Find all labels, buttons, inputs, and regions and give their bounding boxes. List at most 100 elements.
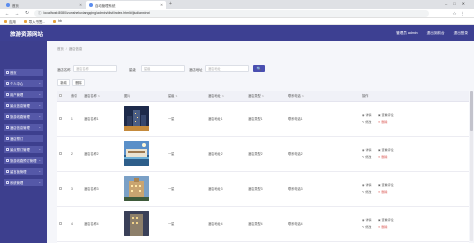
back-icon[interactable]: ← [4,11,10,16]
bookmark-apps[interactable]: 应用 [4,19,16,24]
row-actions: ◉ 详情 ▣ 查看评论 ✎ 修改 ✕ 删除 [362,113,469,124]
close-icon[interactable]: ✕ [160,3,163,7]
hotel-name-label: 酒店名称 [57,67,71,72]
column-header[interactable]: 酒店地址⇅ [206,91,246,102]
action-label: 修改 [365,119,372,124]
table-row[interactable]: 1 酒店名称1 一星 酒店地址1 酒店类型1 联系电话1 ◉ 详情 ▣ 查看评论… [57,101,469,137]
sidebar-item-messages[interactable]: 留言板管理 ⌄ [4,168,43,175]
table-row[interactable]: 2 酒店名称2 一星 酒店地址2 酒店类型2 联系电话2 ◉ 详情 ▣ 查看评论… [57,136,469,172]
comment-button[interactable]: ▣ 查看评论 [378,113,398,117]
close-icon[interactable]: ✕ [79,3,82,7]
column-header[interactable]: 酒店名称⇅ [82,91,122,102]
edit-button[interactable]: ✎ 修改 [362,190,378,194]
back-to-front-link[interactable]: 退出到前台 [427,31,445,36]
sidebar-item-label: 景点预订管理 [10,148,30,152]
sidebar-item-scenic[interactable]: 景点信息管理 ⌄ [4,102,43,109]
delete-row-button[interactable]: ✕ 删除 [378,225,398,229]
sidebar-item-route-booking[interactable]: 旅游线路预订管理 ⌄ [4,157,43,164]
view-button[interactable]: ◉ 详情 [362,183,378,187]
edit-button[interactable]: ✎ 修改 [362,225,378,229]
scrollbar-thumb[interactable] [470,91,473,131]
bookmarks-bar: 应用 导入书签... hb [0,18,474,25]
sidebar-item-scenic-booking[interactable]: 景点预订管理 ⌄ [4,146,43,153]
add-button[interactable]: 新增 [57,79,70,86]
comment-button[interactable]: ▣ 查看评论 [378,218,398,222]
sort-icon[interactable]: ⇅ [262,95,264,98]
hotel-type: 酒店类型2 [246,136,286,172]
sidebar: 首页 个人中心 ⌄ 用户管理 ⌄ 景点信息管理 ⌄ 旅游线路管理 ⌄ 酒店信息管理 ⌄ 酒… [0,41,47,243]
row-checkbox[interactable] [59,116,62,120]
table-row[interactable]: 3 酒店名称3 一星 酒店地址3 酒店类型3 联系电话3 ◉ 详情 ▣ 查看评论… [57,171,469,207]
edit-icon: ✎ [362,119,365,124]
url-field[interactable]: ⓘ localhost:8080/zunsheluxiangqing/admin… [34,9,429,17]
view-button[interactable]: ◉ 详情 [362,148,378,152]
action-label: 修改 [365,189,372,194]
view-button[interactable]: ◉ 详情 [362,218,378,222]
row-index: 4 [69,206,82,242]
sort-icon[interactable]: ⇅ [175,95,177,98]
comment-button[interactable]: ▣ 查看评论 [378,148,398,152]
browser-tab-admin[interactable]: 自动管理系统 ✕ [86,1,166,9]
hotel-address-input[interactable] [205,65,249,72]
sidebar-item-system[interactable]: 系统管理 ⌄ [4,179,43,186]
column-header[interactable]: 酒店类型⇅ [246,91,286,102]
bookmark-import[interactable]: 导入书签... [23,19,46,24]
browser-tab-home[interactable]: 首页 ✕ [3,1,85,9]
eye-icon: ◉ [362,148,365,153]
scenic-icon [6,104,9,107]
sort-icon[interactable]: ⇅ [98,95,100,98]
action-label: 查看评论 [381,183,394,188]
select-all-header[interactable] [57,91,69,102]
window-controls[interactable]: –□✕ [445,1,471,6]
edit-button[interactable]: ✎ 修改 [362,155,378,159]
row-checkbox[interactable] [59,221,62,225]
row-index: 1 [69,101,82,137]
row-checkbox[interactable] [59,151,62,155]
comment-icon: ▣ [378,148,381,153]
hotel-name-input[interactable] [73,65,117,72]
sidebar-item-hotel-booking[interactable]: 酒店预订 [4,135,43,142]
sidebar-item-profile[interactable]: 个人中心 ⌄ [4,80,43,87]
hotel-address: 酒店地址4 [206,206,246,242]
url-text: localhost:8080/zunsheluxiangqing/admin/d… [43,11,150,15]
sidebar-item-label: 用户管理 [10,93,24,97]
sidebar-item-home[interactable]: 首页 [4,69,43,76]
table-row[interactable]: 4 酒店名称4 一星 酒店地址4 酒店类型4 联系电话4 ◉ 详情 ▣ 查看评论… [57,206,469,242]
sidebar-item-users[interactable]: 用户管理 ⌄ [4,91,43,98]
delete-row-button[interactable]: ✕ 删除 [378,190,398,194]
sidebar-item-hotels[interactable]: 酒店信息管理 ⌄ [4,124,43,131]
hotel-type: 酒店类型1 [246,101,286,137]
search-button[interactable]: 🔍 [253,65,265,72]
address-bar: ← → ↻ ⓘ localhost:8080/zunsheluxiangqing… [0,9,474,18]
comment-button[interactable]: ▣ 查看评论 [378,183,398,187]
sort-icon[interactable]: ⇅ [302,95,304,98]
sidebar-item-routes[interactable]: 旅游线路管理 ⌄ [4,113,43,120]
extension-icons[interactable]: ☆⋮ [452,11,469,17]
bookmark-hb[interactable]: hb [53,19,62,23]
delete-button[interactable]: 删除 [72,79,85,86]
column-header[interactable]: 联系电话⇅ [286,91,360,102]
users-icon [6,93,9,96]
action-label: 删除 [381,154,388,159]
sort-icon[interactable]: ⇅ [222,95,224,98]
logout-link[interactable]: 退出登录 [454,31,468,36]
row-index: 2 [69,136,82,172]
breadcrumb-home[interactable]: 首页 [57,47,64,51]
action-label: 查看评论 [381,148,394,153]
chevron-down-icon: ⌄ [38,103,41,108]
vertical-scrollbar[interactable] [470,91,473,241]
row-checkbox[interactable] [59,186,62,190]
reload-icon[interactable]: ↻ [24,10,30,16]
forward-icon[interactable]: → [14,11,20,16]
select-all-checkbox[interactable] [59,93,62,97]
edit-button[interactable]: ✎ 修改 [362,120,378,124]
bookmark-label: 导入书签... [28,19,46,24]
row-actions: ◉ 详情 ▣ 查看评论 ✎ 修改 ✕ 删除 [362,218,469,229]
view-button[interactable]: ◉ 详情 [362,113,378,117]
delete-row-button[interactable]: ✕ 删除 [378,155,398,159]
new-tab-icon[interactable]: + [169,1,172,7]
column-title: 图片 [124,94,131,99]
star-input[interactable] [141,65,185,72]
column-header[interactable]: 星级⇅ [166,91,206,102]
delete-row-button[interactable]: ✕ 删除 [378,120,398,124]
